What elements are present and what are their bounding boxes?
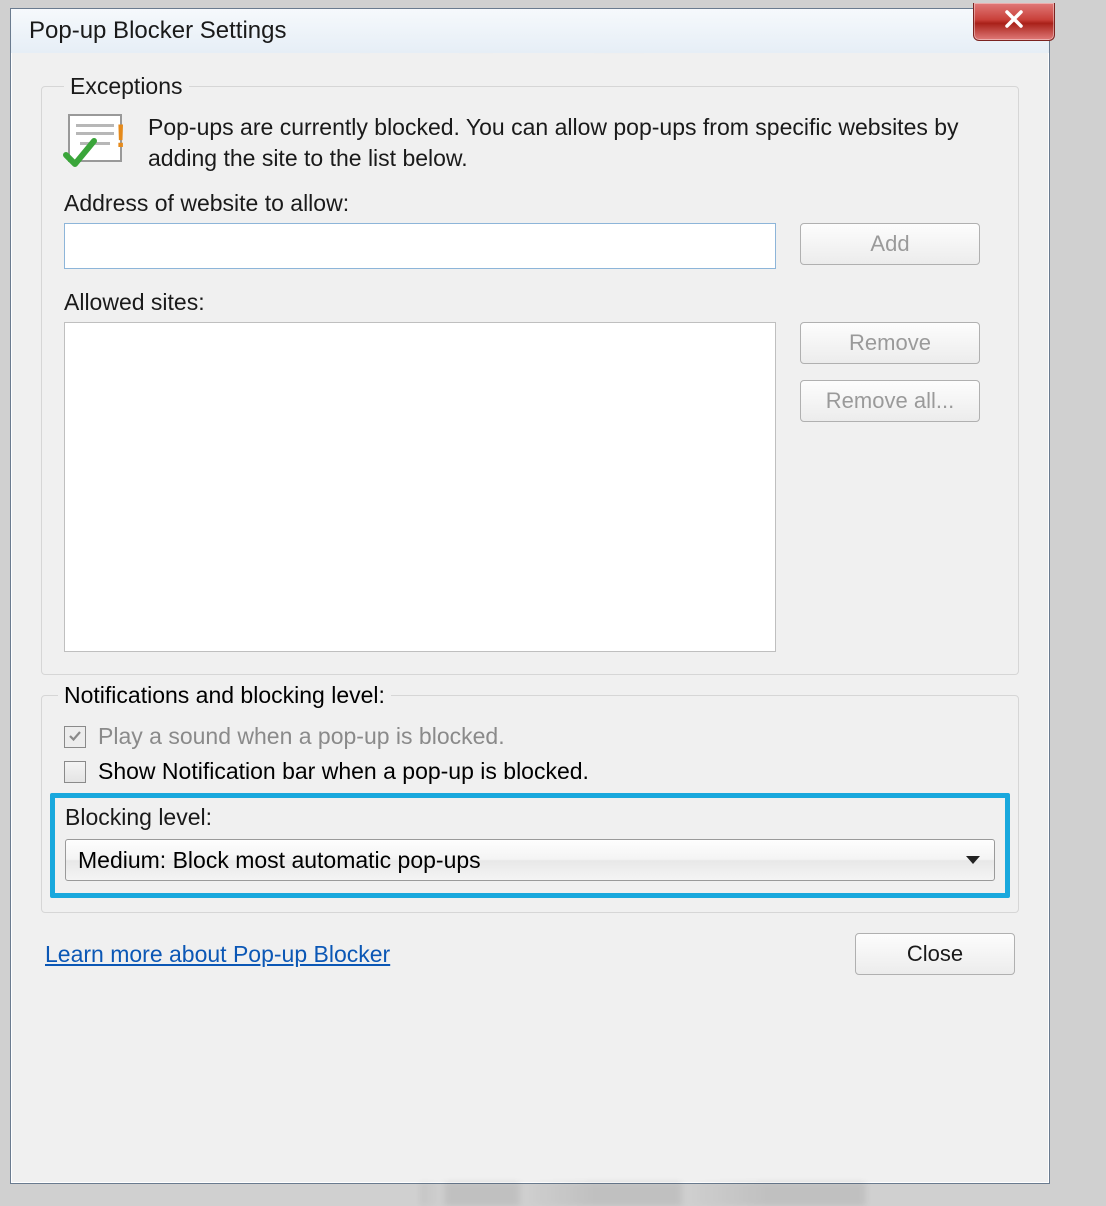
close-window-button[interactable]: [973, 3, 1055, 41]
close-button[interactable]: Close: [855, 933, 1015, 975]
exceptions-group: Exceptions ! Pop-ups are currently block…: [41, 73, 1019, 675]
close-icon: [1002, 7, 1026, 36]
info-row: ! Pop-ups are currently blocked. You can…: [64, 112, 996, 174]
blocking-level-highlight: Blocking level: Medium: Block most autom…: [50, 793, 1010, 898]
footer-row: Learn more about Pop-up Blocker Close: [11, 913, 1049, 975]
list-button-column: Remove Remove all...: [800, 322, 980, 422]
show-bar-row: Show Notification bar when a pop-up is b…: [64, 758, 996, 785]
show-bar-label: Show Notification bar when a pop-up is b…: [98, 758, 589, 785]
titlebar[interactable]: Pop-up Blocker Settings: [11, 9, 1049, 53]
notifications-group: Notifications and blocking level: Play a…: [41, 695, 1019, 913]
allowed-sites-listbox[interactable]: [64, 322, 776, 652]
remove-all-button[interactable]: Remove all...: [800, 380, 980, 422]
add-button[interactable]: Add: [800, 223, 980, 265]
remove-button[interactable]: Remove: [800, 322, 980, 364]
address-row: Add: [64, 223, 996, 269]
address-input[interactable]: [64, 223, 776, 269]
show-bar-checkbox[interactable]: [64, 761, 86, 783]
dialog-content: Exceptions ! Pop-ups are currently block…: [11, 53, 1049, 913]
allowed-row: Remove Remove all...: [64, 322, 996, 652]
blocking-level-label: Blocking level:: [65, 804, 995, 831]
allowed-sites-label: Allowed sites:: [64, 289, 996, 316]
dialog-window: Pop-up Blocker Settings Exceptions ! Pop…: [10, 8, 1050, 1184]
notifications-legend: Notifications and blocking level:: [58, 682, 391, 709]
play-sound-checkbox[interactable]: [64, 726, 86, 748]
page-check-icon: !: [64, 112, 130, 172]
play-sound-row: Play a sound when a pop-up is blocked.: [64, 723, 996, 750]
chevron-down-icon: [966, 856, 980, 864]
play-sound-label: Play a sound when a pop-up is blocked.: [98, 723, 505, 750]
blocking-level-value: Medium: Block most automatic pop-ups: [78, 847, 481, 874]
address-label: Address of website to allow:: [64, 190, 996, 217]
learn-more-link[interactable]: Learn more about Pop-up Blocker: [45, 941, 390, 968]
blocking-level-dropdown[interactable]: Medium: Block most automatic pop-ups: [65, 839, 995, 881]
check-icon: [67, 723, 83, 750]
info-text: Pop-ups are currently blocked. You can a…: [148, 112, 996, 174]
window-title: Pop-up Blocker Settings: [29, 17, 286, 45]
exceptions-legend: Exceptions: [64, 73, 189, 100]
background-blur-bottom: [420, 1182, 960, 1206]
